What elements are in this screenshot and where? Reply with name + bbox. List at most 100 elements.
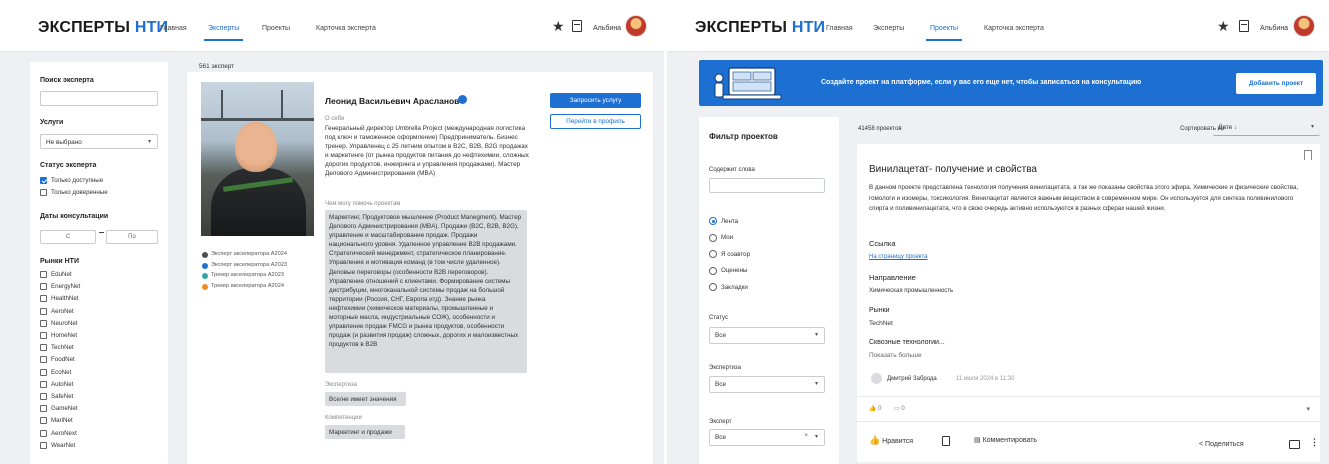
expert-photo xyxy=(201,82,314,236)
date-from-input[interactable]: С xyxy=(40,230,96,244)
market-checkbox[interactable] xyxy=(40,380,47,388)
date-separator xyxy=(99,232,104,233)
bookmark-icon[interactable] xyxy=(1304,150,1312,160)
sort-select[interactable]: Дате ↓ ▾ xyxy=(1213,120,1320,136)
user-name[interactable]: Альбина xyxy=(1260,25,1288,32)
user-name[interactable]: Альбина xyxy=(593,25,621,32)
nav-expert-card[interactable]: Карточка эксперта xyxy=(984,25,1044,32)
expand-chevron-icon[interactable]: ▾ xyxy=(1306,405,1310,414)
share-button[interactable]: < Поделиться xyxy=(1199,440,1244,449)
avatar[interactable] xyxy=(625,15,647,37)
logo[interactable]: ЭКСПЕРТЫ НТИ xyxy=(695,19,825,37)
direction-label: Направление xyxy=(869,273,916,282)
add-project-button[interactable]: Добавить проект xyxy=(1236,73,1316,94)
bookmarks-icon[interactable] xyxy=(1239,20,1249,32)
market-checkbox[interactable] xyxy=(40,319,47,327)
expert-count: 561 эксперт xyxy=(199,63,235,70)
market-checkbox[interactable] xyxy=(40,344,47,352)
direction-value: Химическая промышленность xyxy=(869,288,954,294)
expertise-label: Экспертиза xyxy=(325,382,357,388)
favorites-star-icon[interactable]: ★ xyxy=(552,18,565,35)
expertise-select[interactable]: Все ▾ xyxy=(709,376,825,393)
comment-icon: ▤ xyxy=(974,437,981,444)
more-options-icon[interactable]: ⋮ xyxy=(1310,438,1319,447)
chevron-down-icon: ▾ xyxy=(814,381,818,387)
markets-value: TechNet xyxy=(869,320,893,327)
favorites-star-icon[interactable]: ★ xyxy=(1217,18,1230,35)
like-button[interactable]: 👍 Нравится xyxy=(869,436,913,446)
status-label: Статус xyxy=(709,315,728,321)
radio-3[interactable] xyxy=(709,266,717,275)
logo[interactable]: ЭКСПЕРТЫ НТИ xyxy=(38,19,168,37)
search-input[interactable] xyxy=(40,91,158,106)
expert-filter-panel: Поиск эксперта Услуги Не выбрано ▾ Статус… xyxy=(30,62,168,464)
radio-label: Оценены xyxy=(721,267,748,274)
market-checkbox[interactable] xyxy=(40,405,47,413)
top-navbar: ЭКСПЕРТЫ НТИ Главная Эксперты Проекты Ка… xyxy=(667,0,1329,52)
chevron-down-icon: ▾ xyxy=(1310,124,1314,130)
nav-projects[interactable]: Проекты xyxy=(925,25,963,41)
bookmark-action-icon[interactable] xyxy=(942,436,950,446)
divider xyxy=(857,396,1320,397)
market-checkbox[interactable] xyxy=(40,441,47,449)
status-title: Статус эксперта xyxy=(40,162,97,169)
about-text: Генеральный директор Umbrella Project (м… xyxy=(325,125,529,177)
go-to-profile-button[interactable]: Перейти в профиль xyxy=(550,114,641,129)
checkbox-label: Только доверенные xyxy=(51,189,108,196)
clear-icon[interactable]: × xyxy=(804,433,808,439)
project-title[interactable]: Винилацетат- получение и свойства xyxy=(869,164,1037,175)
market-label: FoodNet xyxy=(51,356,75,364)
nav-expert-card[interactable]: Карточка эксперта xyxy=(316,25,376,32)
tech-label: Сквозные технологии... xyxy=(869,339,945,346)
market-checkbox[interactable] xyxy=(40,271,47,278)
market-checkbox[interactable] xyxy=(40,393,47,400)
market-label: MariNet xyxy=(51,417,73,425)
market-checkbox[interactable] xyxy=(40,307,47,315)
market-checkbox[interactable] xyxy=(40,368,47,376)
expertise-label: Экспертиза xyxy=(709,365,741,371)
bookmarks-icon[interactable] xyxy=(572,20,582,32)
project-count: 41458 проектов xyxy=(858,126,902,132)
words-input[interactable] xyxy=(709,178,825,193)
status-select[interactable]: Все ▾ xyxy=(709,327,825,344)
radio-label: Закладки xyxy=(721,283,748,291)
market-checkbox[interactable] xyxy=(40,332,47,339)
market-checkbox[interactable] xyxy=(40,356,47,364)
request-service-button[interactable]: Запросить услугу xyxy=(550,93,641,108)
market-label: GameNet xyxy=(51,405,78,413)
nav-projects[interactable]: Проекты xyxy=(262,25,290,32)
author-avatar-icon xyxy=(871,373,882,384)
market-checkbox[interactable] xyxy=(40,417,47,425)
nav-experts[interactable]: Эксперты xyxy=(203,25,244,41)
nav-home[interactable]: Главная xyxy=(826,25,853,32)
search-title: Поиск эксперта xyxy=(40,77,94,84)
checkbox-only-trusted[interactable] xyxy=(40,189,47,196)
radio-1[interactable] xyxy=(709,233,717,242)
project-link[interactable]: На страницу проекта xyxy=(869,253,928,262)
laptop-illustration-icon xyxy=(714,67,782,100)
nav-experts[interactable]: Эксперты xyxy=(873,25,904,32)
markets-label: Рынки xyxy=(869,307,890,314)
market-checkbox[interactable] xyxy=(40,295,47,303)
radio-4[interactable] xyxy=(709,283,717,291)
avatar[interactable] xyxy=(1293,15,1315,37)
radio-0[interactable] xyxy=(709,217,717,225)
checkbox-only-available[interactable] xyxy=(40,177,47,184)
words-label: Содержит слова xyxy=(709,167,755,173)
nav-home[interactable]: Главная xyxy=(160,25,187,32)
date-to-input[interactable]: По xyxy=(106,230,158,244)
author-name[interactable]: Дмитрий Заброда xyxy=(887,375,937,384)
comment-button[interactable]: ▤ Комментировать xyxy=(974,436,1037,445)
show-more-link[interactable]: Показать больше xyxy=(869,351,922,360)
expert-select[interactable]: Все × ▾ xyxy=(709,429,825,446)
market-label: WearNet xyxy=(51,441,76,449)
market-checkbox[interactable] xyxy=(40,429,47,437)
radio-2[interactable] xyxy=(709,250,717,258)
role-label: Трекер акселератора А2023 xyxy=(211,272,284,278)
role-dot-icon xyxy=(202,273,208,279)
services-select[interactable]: Не выбрано ▾ xyxy=(40,134,158,149)
market-checkbox[interactable] xyxy=(40,283,47,291)
card-icon[interactable] xyxy=(1289,440,1300,449)
chevron-down-icon: ▾ xyxy=(147,139,151,145)
market-label: AeroNet xyxy=(51,307,74,315)
